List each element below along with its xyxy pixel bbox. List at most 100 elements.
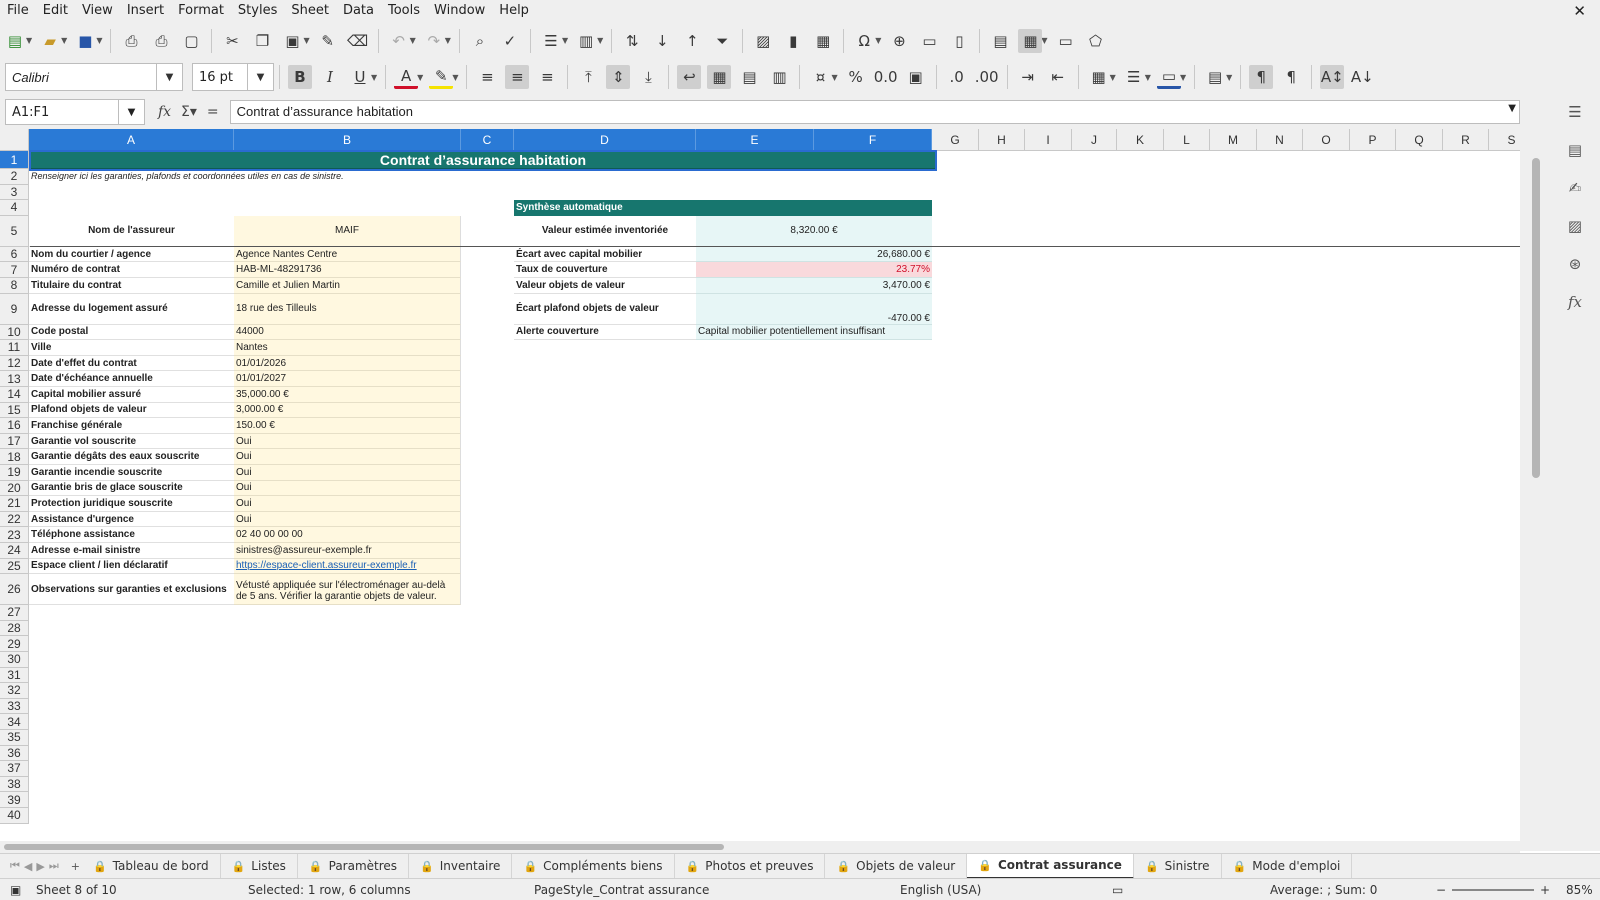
horizontal-scrollbar-thumb[interactable] bbox=[4, 844, 724, 850]
field-label[interactable]: Titulaire du contrat bbox=[29, 278, 234, 294]
row-header-7[interactable]: 7 bbox=[0, 262, 29, 278]
sort-icon[interactable]: ⇅ bbox=[620, 29, 644, 53]
field-value[interactable]: Vétusté appliquée sur l'électroménager a… bbox=[234, 574, 461, 606]
border-color-icon[interactable]: ▭ bbox=[1156, 65, 1181, 89]
field-value[interactable]: Nantes bbox=[234, 340, 461, 356]
column-icon[interactable]: ▥ bbox=[574, 29, 598, 53]
menu-tools[interactable]: Tools bbox=[381, 0, 427, 22]
unmerge-cells-icon[interactable]: ▥ bbox=[767, 65, 791, 89]
row-header-40[interactable]: 40 bbox=[0, 808, 29, 824]
menu-window[interactable]: Window bbox=[427, 0, 492, 22]
field-value[interactable]: Camille et Julien Martin bbox=[234, 278, 461, 294]
menu-sheet[interactable]: Sheet bbox=[284, 0, 336, 22]
column-header-g[interactable]: G bbox=[932, 129, 979, 151]
column-header-p[interactable]: P bbox=[1350, 129, 1396, 151]
field-value[interactable]: HAB-ML-48291736 bbox=[234, 262, 461, 278]
field-value[interactable]: 01/01/2027 bbox=[234, 371, 461, 387]
field-value[interactable]: 35,000.00 € bbox=[234, 387, 461, 403]
autofilter-icon[interactable]: ⏷ bbox=[710, 29, 734, 53]
special-character-icon[interactable]: Ω bbox=[852, 29, 876, 53]
row-header-16[interactable]: 16 bbox=[0, 418, 29, 434]
freeze-dropdown-icon[interactable]: ▼ bbox=[1041, 36, 1047, 45]
cut-icon[interactable]: ✂ bbox=[220, 29, 244, 53]
field-label[interactable]: Code postal bbox=[29, 325, 234, 341]
redo-icon[interactable]: ↷ bbox=[422, 29, 446, 53]
field-value[interactable]: 3,000.00 € bbox=[234, 402, 461, 419]
sheet-tab[interactable]: 🔒 Paramètres bbox=[298, 853, 410, 879]
field-value[interactable]: Oui bbox=[234, 511, 461, 528]
field-label[interactable]: Adresse e-mail sinistre bbox=[29, 543, 234, 559]
row-header-21[interactable]: 21 bbox=[0, 496, 29, 512]
sheet-tab[interactable]: 🔒 Listes bbox=[221, 853, 298, 879]
field-value[interactable]: Oui bbox=[234, 496, 461, 512]
row-icon[interactable]: ☰ bbox=[539, 29, 563, 53]
text-horizontal-icon[interactable]: A↕ bbox=[1320, 65, 1345, 89]
row-header-6[interactable]: 6 bbox=[0, 246, 29, 263]
highlight-dropdown-icon[interactable]: ▼ bbox=[452, 73, 458, 82]
comment-icon[interactable]: ▭ bbox=[917, 29, 941, 53]
field-value[interactable]: Oui bbox=[234, 449, 461, 465]
insert-image-icon[interactable]: ▨ bbox=[751, 29, 775, 53]
field-value[interactable]: 01/01/2026 bbox=[234, 355, 461, 372]
row-header-11[interactable]: 11 bbox=[0, 340, 29, 356]
font-name-combobox[interactable]: Calibri ▼ bbox=[5, 63, 183, 91]
name-box[interactable]: A1:F1 ▼ bbox=[5, 99, 145, 125]
highlight-color-icon[interactable]: ✎ bbox=[429, 65, 454, 89]
sheet-tab[interactable]: 🔒 Contrat assurance bbox=[967, 853, 1134, 879]
column-header-s[interactable]: S bbox=[1489, 129, 1520, 151]
sheet-subtitle-cell[interactable]: Renseigner ici les garanties, plafonds e… bbox=[29, 169, 514, 185]
summary-label[interactable]: Alerte couverture bbox=[514, 325, 696, 341]
conditional-dropdown-icon[interactable]: ▼ bbox=[1226, 73, 1232, 82]
column-header-f[interactable]: F bbox=[814, 129, 932, 151]
font-color-icon[interactable]: A bbox=[394, 65, 419, 89]
horizontal-scrollbar[interactable] bbox=[0, 841, 1520, 853]
save-icon[interactable]: ■ bbox=[73, 29, 97, 53]
align-middle-icon[interactable]: ⇕ bbox=[606, 65, 631, 89]
export-pdf-icon[interactable]: ⎙ bbox=[119, 29, 143, 53]
field-label[interactable]: Numéro de contrat bbox=[29, 262, 234, 278]
sheet-tab[interactable]: 🔒 Inventaire bbox=[409, 853, 513, 879]
increase-indent-icon[interactable]: ⇥ bbox=[1016, 65, 1040, 89]
paste-dropdown-icon[interactable]: ▼ bbox=[303, 36, 309, 45]
row-header-17[interactable]: 17 bbox=[0, 433, 29, 450]
row-header-33[interactable]: 33 bbox=[0, 698, 29, 715]
select-all-corner[interactable] bbox=[0, 129, 29, 151]
row-header-28[interactable]: 28 bbox=[0, 620, 29, 637]
menu-format[interactable]: Format bbox=[171, 0, 231, 22]
row-header-32[interactable]: 32 bbox=[0, 683, 29, 699]
sheet-tab[interactable]: 🔒 Mode d'emploi bbox=[1222, 853, 1353, 879]
column-dropdown-icon[interactable]: ▼ bbox=[597, 36, 603, 45]
summary-value[interactable]: -470.00 € bbox=[696, 293, 932, 325]
row-header-4[interactable]: 4 bbox=[0, 200, 29, 216]
font-size-dropdown-icon[interactable]: ▼ bbox=[247, 64, 273, 90]
field-value-link[interactable]: https://espace-client.assureur-exemple.f… bbox=[234, 558, 461, 575]
column-header-q[interactable]: Q bbox=[1396, 129, 1443, 151]
align-right-icon[interactable]: ≡ bbox=[535, 65, 559, 89]
expand-formula-bar-icon[interactable]: ▼ bbox=[1508, 103, 1516, 114]
sheet-title-cell[interactable]: Contrat d’assurance habitation bbox=[30, 151, 936, 169]
borders-icon[interactable]: ▦ bbox=[1087, 65, 1111, 89]
row-header-5[interactable]: 5 bbox=[0, 215, 29, 247]
conditional-format-icon[interactable]: ▤ bbox=[1203, 65, 1227, 89]
spreadsheet-grid[interactable]: A B C D E F G H I J K L M N O P Q R S 1 2 3 4 5 6 7 8 9 10 11 12 13 14 15… bbox=[0, 129, 1520, 841]
right-to-left-icon[interactable]: ¶ bbox=[1279, 65, 1303, 89]
field-value[interactable]: 150.00 € bbox=[234, 418, 461, 434]
field-value[interactable]: 44000 bbox=[234, 324, 461, 341]
prev-sheet-icon[interactable]: ◀ bbox=[24, 860, 32, 873]
copy-icon[interactable]: ❐ bbox=[250, 29, 274, 53]
status-zoom[interactable]: 85% bbox=[1566, 883, 1593, 897]
bold-icon[interactable]: B bbox=[288, 65, 312, 89]
merge-cells-icon[interactable]: ▤ bbox=[737, 65, 761, 89]
row-header-15[interactable]: 15 bbox=[0, 402, 29, 419]
row-header-27[interactable]: 27 bbox=[0, 605, 29, 621]
row-header-36[interactable]: 36 bbox=[0, 745, 29, 762]
wrap-text-icon[interactable]: ↩ bbox=[677, 65, 702, 89]
print-icon[interactable]: ⎙ bbox=[149, 29, 173, 53]
delete-decimal-icon[interactable]: .00 bbox=[975, 65, 999, 89]
clone-formatting-icon[interactable]: ✎ bbox=[316, 29, 340, 53]
field-label[interactable]: Date d'effet du contrat bbox=[29, 356, 234, 372]
column-header-k[interactable]: K bbox=[1117, 129, 1164, 151]
summary-value[interactable]: Capital mobilier potentiellement insuffi… bbox=[696, 324, 932, 341]
row-header-38[interactable]: 38 bbox=[0, 776, 29, 793]
summary-header-cell[interactable]: Synthèse automatique bbox=[514, 200, 932, 216]
